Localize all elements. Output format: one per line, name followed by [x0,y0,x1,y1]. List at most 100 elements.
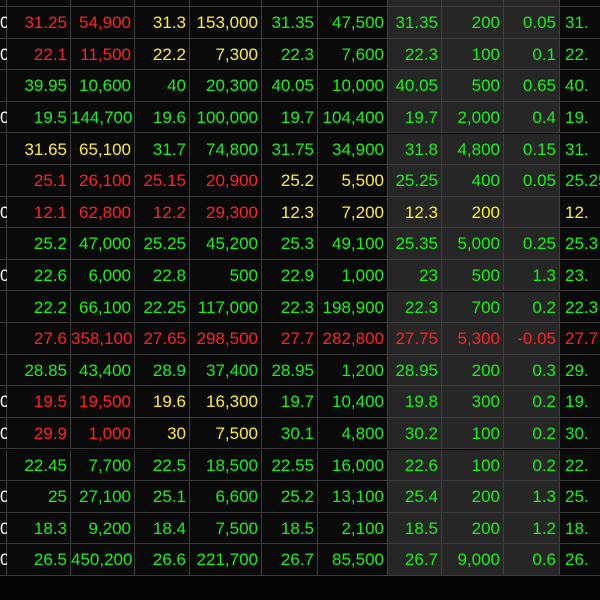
cell-change: -0.05 [504,323,560,355]
cell-price1: 12.1 [7,196,71,229]
table-row[interactable]: 22.45 7,700 22.5 18,500 22.55 16,000 22.6 100 0.… [0,449,600,482]
cell-vol3: 104,400 [318,101,388,134]
cell-price1: 25.2 [7,228,71,260]
cell-price2: 19.6 [135,101,190,134]
cell-vol3: 198,900 [318,291,388,324]
cell-vol1: 66,100 [71,291,135,324]
table-row[interactable]: 0 26.5 450,200 26.6 221,700 26.7 85,500 26.7 9,0… [0,544,600,576]
cell-match_vol: 5,000 [442,228,504,260]
cell-vol3: 47,500 [318,7,388,39]
table-row[interactable]: 0 29.9 1,000 30 7,500 30.1 4,800 30.2 100 0.2 30. [0,417,600,450]
cell-next: 27.7 [560,323,600,355]
cell-match_price: 30.2 [388,417,442,450]
cell-vol2: 18,500 [190,449,262,482]
table-row[interactable]: 0 22.1 11,500 22.2 7,300 22.3 7,600 22.3 100 0.1 2… [0,38,600,71]
cell-price3: 26.7 [262,544,318,576]
cell-vol3: 2,100 [318,512,388,545]
cell-next: 29. [560,354,600,387]
cell-match_vol: 200 [442,7,504,39]
cell-change: 0.25 [504,228,560,260]
cell-next: 22. [560,449,600,482]
table-row[interactable]: 0 25 27,100 25.1 6,600 25.2 13,100 25.4 200 1.3 25… [0,481,600,513]
table-row[interactable]: 25.2 47,000 25.25 45,200 25.3 49,100 25.35 5,00… [0,228,600,260]
cell-vol1: 65,100 [71,133,135,166]
cell-price3: 22.3 [262,291,318,324]
table-row[interactable]: 0 22.6 6,000 22.8 500 22.9 1,000 23 500 1.3 23. [0,259,600,292]
cell-price1: 22.1 [7,38,71,71]
cell-price3: 19.7 [262,101,318,134]
cell-price1: 39.95 [7,70,71,102]
cell-vol1: 144,700 [71,101,135,134]
cell-match_vol: 100 [442,449,504,482]
cell-price1: 18.3 [7,512,71,545]
table-row[interactable]: 28.85 43,400 28.9 37,400 28.95 1,200 28.95 200 0… [0,354,600,387]
cell-next: 12. [560,196,600,229]
cell-vol2: 7,500 [190,512,262,545]
cell-edge [0,228,7,260]
cell-vol3: 1,200 [318,354,388,387]
cell-price3: 18.5 [262,512,318,545]
table-row[interactable]: 020.5111,90020.6118,30020.79,40020.81,00… [0,0,600,8]
cell-vol2: 45,200 [190,228,262,260]
table-row[interactable]: 0 19.5 144,700 19.6 100,000 19.7 104,400 19.7 2,… [0,101,600,134]
cell-edge: 0 [0,7,9,39]
cell-vol3: 10,000 [318,70,388,102]
cell-price2: 26.6 [135,544,190,576]
cell-change: 0.2 [504,449,560,482]
cell-edge: 0 [0,259,9,292]
cell-match_price: 40.05 [388,70,442,102]
cell-match_price: 27.75 [388,323,442,355]
cell-price3: 27.7 [262,323,318,355]
table-row[interactable]: 0 19.5 19,500 19.6 16,300 19.7 10,400 19.8 300 0.… [0,386,600,418]
cell-price3: 22.3 [262,38,318,71]
cell-price2: 25.15 [135,165,190,197]
cell-price2: 25.1 [135,481,190,513]
cell-price1: 25 [7,481,71,513]
table-row[interactable]: 25.1 26,100 25.15 20,900 25.2 5,500 25.25 400 0.… [0,165,600,197]
cell-vol3: 4,800 [318,417,388,450]
cell-edge: 0 [0,417,9,450]
row-divider [0,574,600,576]
cell-price2: 31.7 [135,133,190,166]
cell-price2: 40 [135,70,190,102]
cell-price3: 30.1 [262,417,318,450]
cell-price1: 26.5 [7,544,71,576]
cell-edge [0,449,7,482]
cell-price3: 25.2 [262,481,318,513]
cell-edge [0,165,7,197]
cell-price3: 25.3 [262,228,318,260]
cell-change: 0.2 [504,386,560,418]
cell-price2: 31.3 [135,7,190,39]
cell-vol3: 16,000 [318,449,388,482]
table-row[interactable]: 0 12.1 62,800 12.2 29,300 12.3 7,200 12.3 200 12. [0,196,600,229]
cell-vol1: 1,000 [71,417,135,450]
cell-vol2: 7,500 [190,417,262,450]
cell-vol2: 298,500 [190,323,262,355]
cell-change: 0.3 [504,354,560,387]
cell-price1: 19.5 [7,101,71,134]
cell-match_price: 31.35 [388,7,442,39]
cell-change: 0.4 [504,101,560,134]
cell-price3: 25.2 [262,165,318,197]
cell-price1: 27.6 [7,323,71,355]
cell-edge: 0 [0,38,9,71]
cell-next: 19. [560,386,600,418]
cell-match_vol: 200 [442,196,504,229]
cell-change: 0.1 [504,38,560,71]
cell-vol1: 27,100 [71,481,135,513]
cell-price2: 25.25 [135,228,190,260]
cell-vol1: 47,000 [71,228,135,260]
cell-match_price: 18.5 [388,512,442,545]
table-row[interactable]: 27.6 358,100 27.65 298,500 27.7 282,800 27.75 5… [0,323,600,355]
table-row[interactable]: 22.2 66,100 22.25 117,000 22.3 198,900 22.3 700… [0,291,600,324]
cell-edge [0,133,7,166]
table-row[interactable]: 31.65 65,100 31.7 74,800 31.75 34,900 31.8 4,80… [0,133,600,166]
cell-vol2: 74,800 [190,133,262,166]
cell-match_price: 25.35 [388,228,442,260]
cell-match_vol: 500 [442,70,504,102]
table-row[interactable]: 0 31.25 54,900 31.3 153,000 31.35 47,500 31.35 2… [0,7,600,39]
cell-match_price: 22.6 [388,449,442,482]
cell-vol2: 117,000 [190,291,262,324]
table-row[interactable]: 39.95 10,600 40 20,300 40.05 10,000 40.05 500 0.… [0,70,600,102]
table-row[interactable]: 0 18.3 9,200 18.4 7,500 18.5 2,100 18.5 200 1.2 18… [0,512,600,545]
